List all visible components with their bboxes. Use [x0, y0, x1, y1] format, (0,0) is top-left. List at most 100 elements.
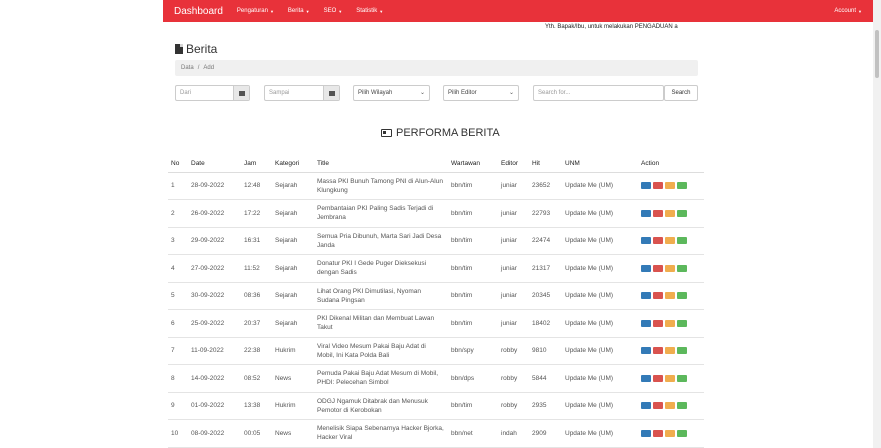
breadcrumb-data[interactable]: Data	[181, 65, 194, 71]
cell-title[interactable]: Pemuda Pakai Baju Adat Mesum di Mobil, P…	[314, 364, 448, 393]
eye-icon[interactable]	[677, 347, 687, 355]
cell-title[interactable]: Lihat Orang PKI Dimutilasi, Nyoman Sudan…	[314, 282, 448, 310]
edit-icon[interactable]	[641, 264, 651, 272]
nav-statistik[interactable]: Statistik ▼	[356, 8, 383, 14]
trash-icon[interactable]	[653, 319, 663, 327]
archive-icon[interactable]	[665, 319, 675, 327]
cell-no: 9	[168, 392, 188, 420]
archive-icon[interactable]	[665, 209, 675, 217]
cell-action	[638, 309, 704, 338]
id-card-icon	[381, 129, 392, 137]
cell-unm: Update Me (UM)	[562, 282, 638, 310]
cell-no: 2	[168, 199, 188, 228]
trash-icon[interactable]	[653, 264, 663, 272]
nav-account[interactable]: Account ▼	[834, 8, 862, 14]
cell-action	[638, 419, 704, 448]
cell-editor: juniar	[498, 254, 529, 283]
cell-wartawan: bbn/dps	[448, 364, 498, 393]
cell-wartawan: bbn/tim	[448, 254, 498, 283]
date-from-input[interactable]: Dari	[175, 85, 250, 101]
archive-icon[interactable]	[665, 182, 675, 190]
cell-title[interactable]: Menelisik Siapa Sebenarnya Hacker Bjorka…	[314, 419, 448, 448]
col-hit: Hit	[529, 155, 562, 173]
eye-icon[interactable]	[677, 237, 687, 245]
trash-icon[interactable]	[653, 209, 663, 217]
cell-kategori: Sejarah	[272, 282, 314, 310]
archive-icon[interactable]	[665, 374, 675, 382]
cell-title[interactable]: Donatur PKI I Gede Puger Dieksekusi deng…	[314, 254, 448, 283]
trash-icon[interactable]	[653, 237, 663, 245]
cell-kategori: Sejarah	[272, 199, 314, 228]
trash-icon[interactable]	[653, 402, 663, 410]
search-button[interactable]: Search	[664, 85, 698, 101]
archive-icon[interactable]	[665, 429, 675, 437]
archive-icon[interactable]	[665, 237, 675, 245]
cell-title[interactable]: ODGJ Ngamuk Ditabrak dan Menusuk Pemotor…	[314, 392, 448, 420]
edit-icon[interactable]	[641, 347, 651, 355]
cell-no: 10	[168, 419, 188, 448]
archive-icon[interactable]	[665, 347, 675, 355]
cell-date: 28-09-2022	[188, 172, 241, 200]
breadcrumb: Data / Add	[175, 60, 698, 76]
col-editor: Editor	[498, 155, 529, 173]
date-to-input[interactable]: Sampai	[264, 85, 340, 101]
cell-title[interactable]: Pembantaian PKI Paling Sadis Terjadi di …	[314, 199, 448, 228]
edit-icon[interactable]	[641, 182, 651, 190]
cell-title[interactable]: Viral Video Mesum Pakai Baju Adat di Mob…	[314, 337, 448, 365]
cell-jam: 08:52	[241, 364, 272, 393]
trash-icon[interactable]	[653, 347, 663, 355]
cell-title[interactable]: Massa PKI Bunuh Tamong PNI di Alun-Alun …	[314, 172, 448, 200]
news-table: No Date Jam Kategori Title Wartawan Edit…	[168, 155, 704, 448]
edit-icon[interactable]	[641, 402, 651, 410]
cell-date: 26-09-2022	[188, 199, 241, 228]
eye-icon[interactable]	[677, 264, 687, 272]
breadcrumb-add: Add	[203, 65, 215, 71]
nav-pengaturan[interactable]: Pengaturan ▼	[237, 8, 274, 14]
eye-icon[interactable]	[677, 292, 687, 300]
trash-icon[interactable]	[653, 292, 663, 300]
edit-icon[interactable]	[641, 429, 651, 437]
cell-no: 3	[168, 227, 188, 255]
cell-no: 4	[168, 254, 188, 283]
archive-icon[interactable]	[665, 292, 675, 300]
cell-jam: 16:31	[241, 227, 272, 255]
calendar-icon[interactable]	[323, 86, 339, 100]
brand-link[interactable]: Dashboard	[174, 6, 223, 17]
nav-berita[interactable]: Berita ▼	[288, 8, 310, 14]
cell-title[interactable]: PKI Dikenal Militan dan Membuat Lawan Ta…	[314, 309, 448, 338]
eye-icon[interactable]	[677, 374, 687, 382]
trash-icon[interactable]	[653, 374, 663, 382]
cell-hit: 2909	[529, 419, 562, 448]
edit-icon[interactable]	[641, 374, 651, 382]
archive-icon[interactable]	[665, 402, 675, 410]
nav-seo[interactable]: SEO ▼	[324, 8, 343, 14]
cell-kategori: Sejarah	[272, 254, 314, 283]
eye-icon[interactable]	[677, 402, 687, 410]
edit-icon[interactable]	[641, 209, 651, 217]
edit-icon[interactable]	[641, 237, 651, 245]
trash-icon[interactable]	[653, 182, 663, 190]
scrollbar-thumb[interactable]	[875, 30, 879, 78]
edit-icon[interactable]	[641, 292, 651, 300]
archive-icon[interactable]	[665, 264, 675, 272]
trash-icon[interactable]	[653, 429, 663, 437]
cell-jam: 20:37	[241, 309, 272, 338]
eye-icon[interactable]	[677, 319, 687, 327]
caret-down-icon: ▼	[269, 8, 274, 14]
editor-select[interactable]: Pilih Editor ⌄	[443, 85, 519, 101]
announcement-marquee: Yth. Bapak/Ibu, untuk melakukan PENGADUA…	[545, 24, 678, 30]
eye-icon[interactable]	[677, 209, 687, 217]
calendar-icon[interactable]	[233, 86, 249, 100]
edit-icon[interactable]	[641, 319, 651, 327]
eye-icon[interactable]	[677, 182, 687, 190]
wilayah-select[interactable]: Pilih Wilayah ⌄	[353, 85, 430, 101]
cell-jam: 13:38	[241, 392, 272, 420]
search-input[interactable]: Search for...	[533, 85, 664, 101]
page-scrollbar[interactable]	[873, 0, 881, 448]
cell-jam: 17:22	[241, 199, 272, 228]
cell-title[interactable]: Semua Pria Dibunuh, Marta Sari Jadi Desa…	[314, 227, 448, 255]
table-row: 9 01-09-2022 13:38 Hukrim ODGJ Ngamuk Ditabr…	[168, 392, 704, 420]
cell-jam: 12:48	[241, 172, 272, 200]
cell-kategori: News	[272, 364, 314, 393]
eye-icon[interactable]	[677, 429, 687, 437]
